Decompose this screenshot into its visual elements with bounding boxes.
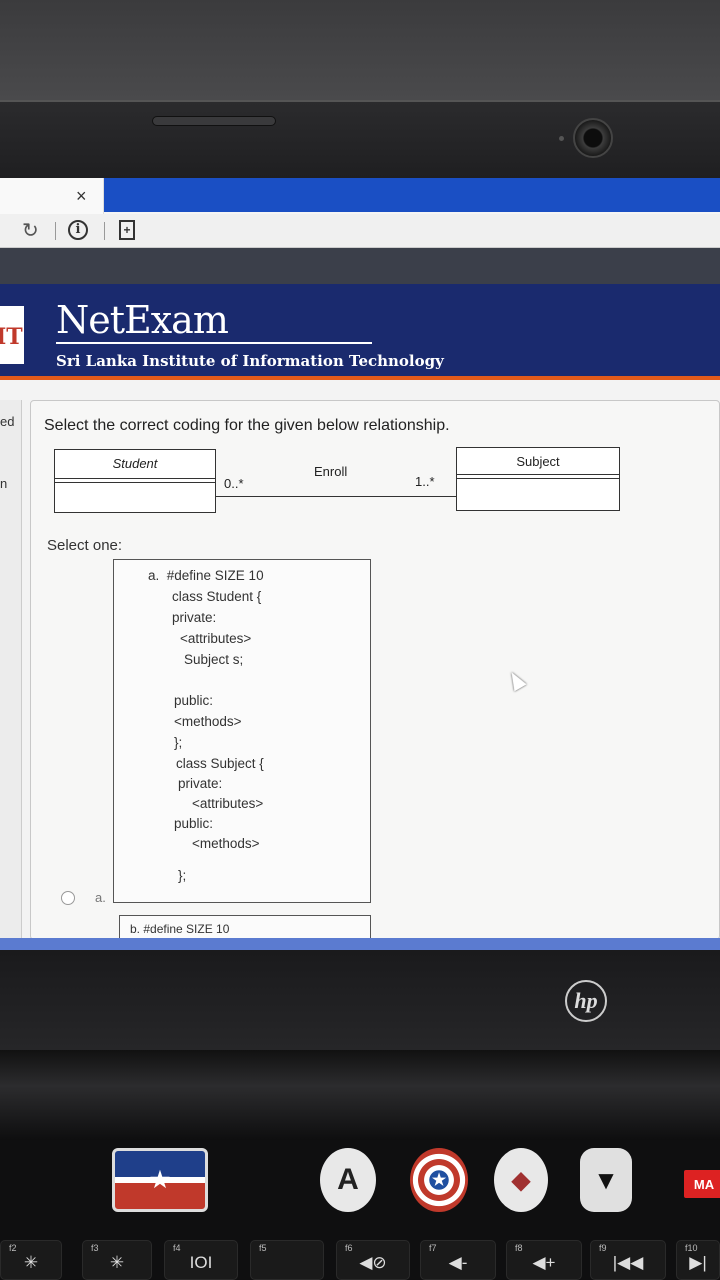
- class-name: Student: [112, 456, 158, 471]
- code-line: a. #define SIZE 10: [148, 568, 264, 583]
- toolbar-spacer: [0, 248, 720, 284]
- site-title: NetExam: [56, 298, 229, 342]
- select-one-label: Select one:: [47, 537, 123, 554]
- bezel-slot: [152, 116, 276, 126]
- divider: [55, 222, 56, 240]
- sliit-logo: IT: [0, 304, 26, 366]
- divider: [457, 478, 619, 479]
- iron-man-icon: ◆: [494, 1148, 548, 1212]
- f8-key[interactable]: f8 ◀+: [506, 1240, 582, 1280]
- uml-class-student: Student: [54, 449, 216, 513]
- uml-class-subject: Subject: [456, 447, 620, 511]
- rail-fragment: ed: [0, 414, 15, 429]
- tab-strip: [104, 178, 720, 212]
- laptop-bottom-bezel: [0, 950, 720, 1050]
- code-line: private:: [178, 776, 223, 791]
- f4-key[interactable]: f4 IOI: [164, 1240, 238, 1280]
- f10-key[interactable]: f10 ▶|: [676, 1240, 720, 1280]
- code-line: Subject s;: [184, 652, 244, 667]
- question-panel: Select the correct coding for the given …: [30, 400, 720, 945]
- hp-logo: hp: [565, 980, 607, 1022]
- code-line: };: [178, 868, 187, 883]
- camera-indicator: [559, 136, 564, 141]
- code-line: <attributes>: [192, 796, 264, 811]
- site-header: IT NetExam Sri Lanka Institute of Inform…: [0, 284, 720, 380]
- f5-key[interactable]: f5: [250, 1240, 324, 1280]
- code-line: class Subject {: [176, 756, 264, 771]
- laptop-hinge: [0, 1050, 720, 1140]
- captain-america-sticker-icon: ★: [112, 1148, 208, 1212]
- f3-key[interactable]: f3 ✳: [82, 1240, 152, 1280]
- mouse-cursor-icon: [505, 668, 527, 692]
- code-line: };: [174, 735, 183, 750]
- webcam-icon: [573, 118, 613, 158]
- association-name: Enroll: [314, 464, 348, 479]
- site-subtitle: Sri Lanka Institute of Information Techn…: [56, 352, 444, 370]
- photo-frame: × ↻ i + IT NetExam Sri Lanka Institute o…: [0, 0, 720, 1280]
- marvel-logo: MA: [684, 1170, 720, 1198]
- f6-key[interactable]: f6 ◀⊘: [336, 1240, 410, 1280]
- avengers-logo-icon: A: [320, 1148, 376, 1212]
- laptop-screen: × ↻ i + IT NetExam Sri Lanka Institute o…: [0, 178, 720, 950]
- option-a-radio[interactable]: [61, 891, 75, 905]
- info-icon[interactable]: i: [68, 220, 88, 240]
- code-line: class Student {: [172, 589, 262, 604]
- code-line: public:: [174, 693, 214, 708]
- association-line: [216, 496, 456, 497]
- browser-tab[interactable]: ×: [0, 178, 104, 214]
- close-icon[interactable]: ×: [76, 186, 87, 207]
- black-panther-icon: ▼: [580, 1148, 632, 1212]
- option-a-label: a.: [95, 890, 106, 905]
- option-a-box[interactable]: a. #define SIZE 10 class Student { priva…: [113, 559, 371, 903]
- shield-icon: ★: [410, 1148, 468, 1212]
- reload-icon[interactable]: ↻: [22, 218, 39, 243]
- browser-tabbar: ×: [0, 178, 720, 214]
- code-line: private:: [172, 610, 217, 625]
- divider: [104, 222, 105, 240]
- address-bar: ↻ i +: [0, 214, 720, 248]
- f7-key[interactable]: f7 ◀-: [420, 1240, 496, 1280]
- multiplicity-left: 0..*: [224, 476, 244, 491]
- divider: [457, 474, 619, 475]
- question-prompt: Select the correct coding for the given …: [44, 417, 450, 434]
- divider: [55, 482, 215, 483]
- rail-fragment: n: [0, 476, 8, 491]
- code-line: b. #define SIZE 10: [130, 922, 230, 936]
- quiz-navigation-rail: ed n: [0, 400, 22, 940]
- multiplicity-right: 1..*: [415, 474, 435, 489]
- f9-key[interactable]: f9 |◀◀: [590, 1240, 666, 1280]
- background: [0, 0, 720, 100]
- taskbar-edge: [0, 938, 720, 950]
- code-line: <methods>: [192, 836, 260, 851]
- code-line: <attributes>: [180, 631, 252, 646]
- code-line: public:: [174, 816, 214, 831]
- f2-key[interactable]: f2 ✳: [0, 1240, 62, 1280]
- class-name: Subject: [516, 454, 560, 469]
- page-action-icon[interactable]: +: [119, 220, 135, 240]
- code-line: <methods>: [174, 714, 242, 729]
- title-rule: [56, 342, 372, 344]
- divider: [55, 478, 215, 479]
